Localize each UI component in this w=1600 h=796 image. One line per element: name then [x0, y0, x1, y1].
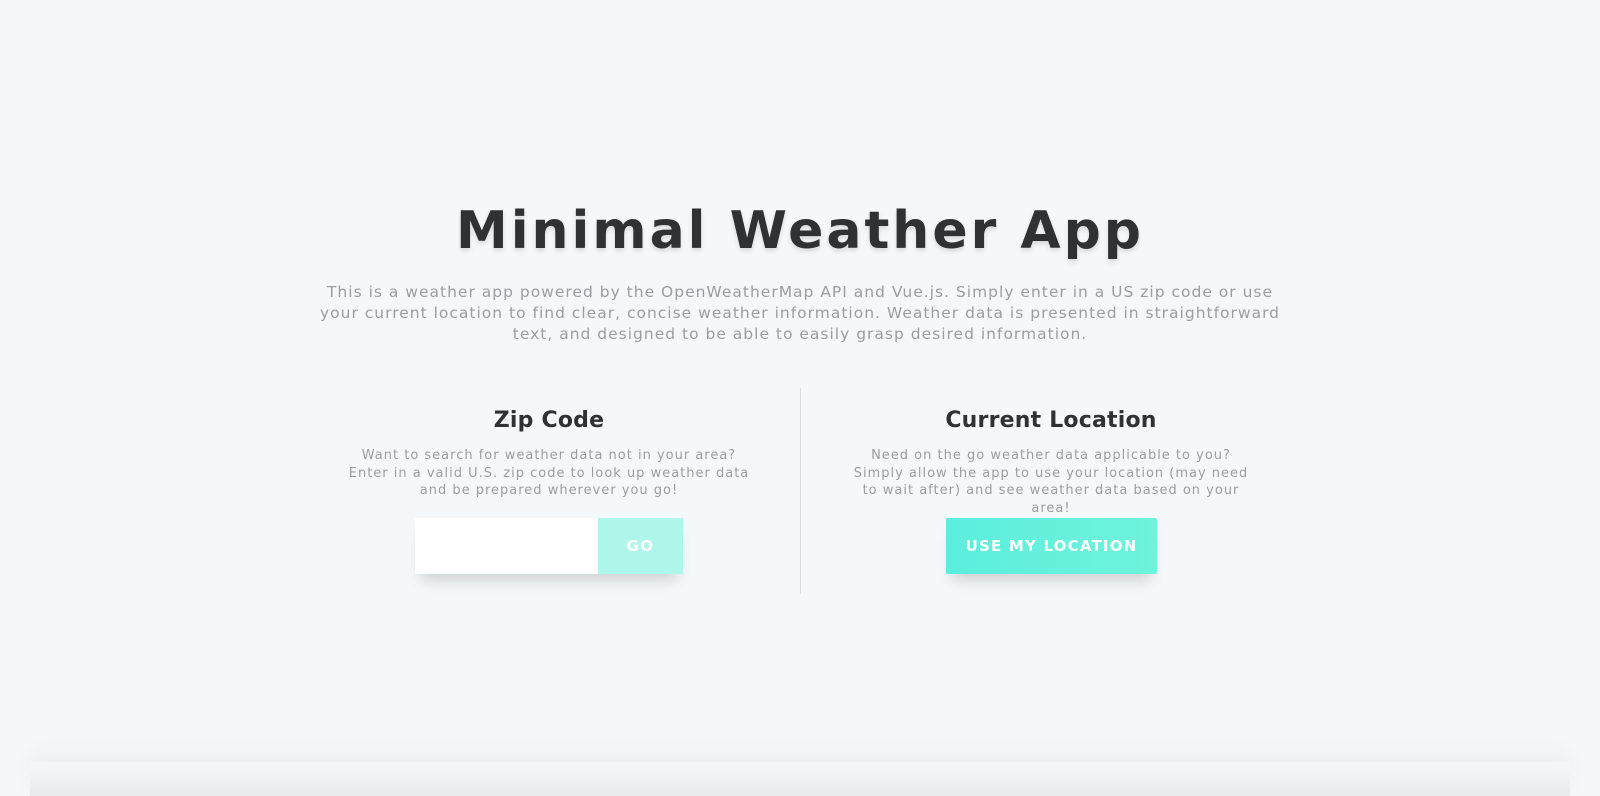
current-location-section: Current Location Need on the go weather … [841, 404, 1261, 517]
zip-code-input[interactable] [415, 518, 598, 574]
page-title: Minimal Weather App [455, 201, 1145, 261]
footer-shadow [30, 762, 1570, 796]
current-location-description: Need on the go weather data applicable t… [853, 448, 1249, 516]
intro-text: This is a weather app powered by the Ope… [319, 283, 1281, 343]
section-divider [800, 388, 801, 594]
weather-app-page: Minimal Weather App This is a weather ap… [0, 0, 1600, 796]
go-button[interactable]: GO [598, 518, 683, 574]
zip-search-form: GO [415, 518, 683, 574]
zip-code-description: Want to search for weather data not in y… [348, 448, 750, 498]
current-location-heading: Current Location [945, 408, 1157, 433]
use-my-location-button[interactable]: USE MY LOCATION [946, 518, 1157, 574]
zip-code-section: Zip Code Want to search for weather data… [339, 404, 759, 500]
zip-code-heading: Zip Code [493, 408, 605, 433]
